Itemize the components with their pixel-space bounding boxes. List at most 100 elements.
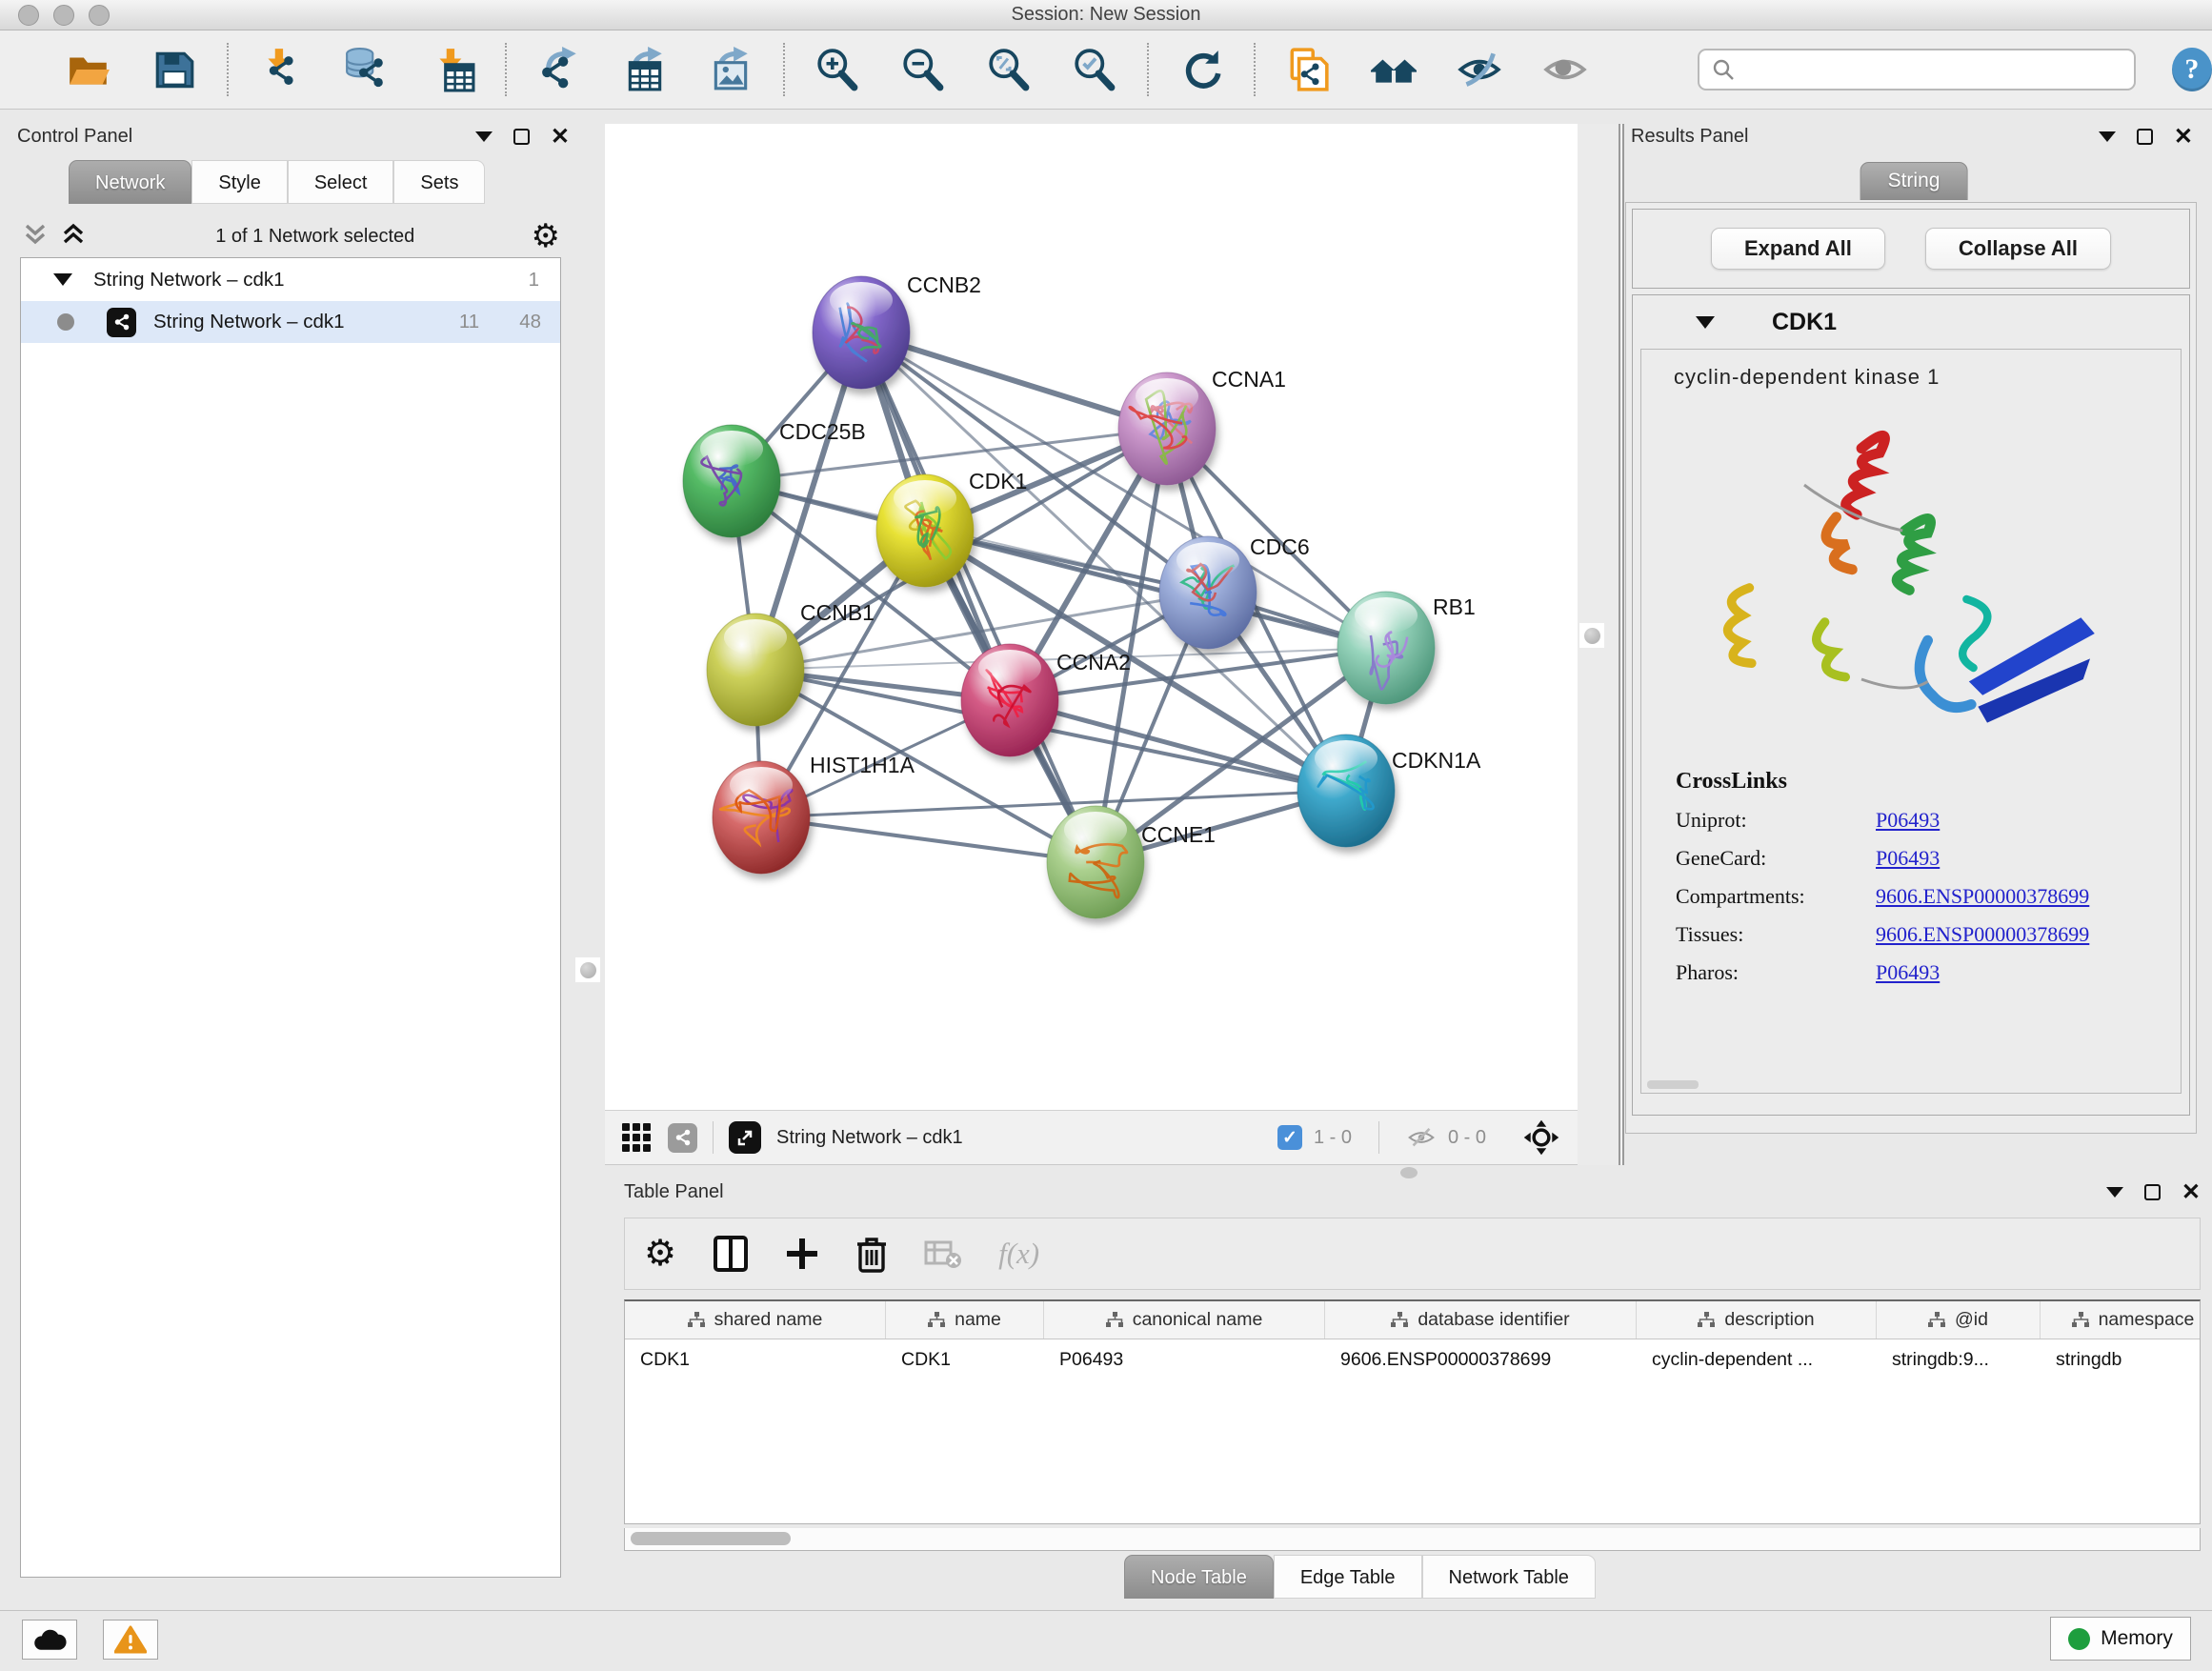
table-cell: stringdb:9... xyxy=(1877,1339,2041,1379)
grid-view-icon[interactable] xyxy=(622,1123,651,1152)
expand-all-icon[interactable] xyxy=(61,222,86,251)
zoom-fit-icon[interactable] xyxy=(985,46,1033,93)
save-session-icon[interactable] xyxy=(151,46,198,93)
column-header-canonical-name[interactable]: canonical name xyxy=(1044,1301,1325,1339)
node-CCNA2[interactable] xyxy=(961,644,1058,756)
panel-float-icon[interactable] xyxy=(2137,129,2153,145)
section-collapse-icon[interactable] xyxy=(1696,316,1715,329)
documents-share-icon[interactable] xyxy=(1284,46,1332,93)
column-header-database-identifier[interactable]: database identifier xyxy=(1325,1301,1637,1339)
import-database-icon[interactable] xyxy=(343,46,391,93)
node-HIST1H1A[interactable] xyxy=(713,761,810,874)
node-RB1[interactable] xyxy=(1337,592,1435,704)
collapse-all-button[interactable]: Collapse All xyxy=(1925,228,2111,270)
column-header-namespace[interactable]: namespace xyxy=(2041,1301,2201,1339)
node-CCNA1[interactable] xyxy=(1118,372,1216,485)
edge-CCNB2-CCNE1[interactable] xyxy=(861,332,1096,862)
panel-close-icon[interactable]: ✕ xyxy=(2174,129,2193,145)
results-panel-title: Results Panel xyxy=(1631,126,1748,148)
export-network-icon[interactable] xyxy=(535,46,583,93)
collapse-all-icon[interactable] xyxy=(23,222,48,251)
export-image-icon[interactable] xyxy=(707,46,754,93)
crosslink-link[interactable]: P06493 xyxy=(1876,960,1940,985)
show-columns-icon[interactable] xyxy=(713,1235,749,1273)
zoom-out-icon[interactable] xyxy=(899,46,947,93)
function-builder-icon-disabled: f(x) xyxy=(998,1237,1039,1271)
tree-expand-icon[interactable] xyxy=(53,273,72,286)
selected-checkbox-icon[interactable]: ✓ xyxy=(1277,1125,1302,1150)
delete-column-trash-icon[interactable] xyxy=(855,1235,888,1273)
birdseye-crosshair-icon[interactable] xyxy=(1522,1118,1560,1157)
panel-float-icon[interactable] xyxy=(2144,1184,2161,1200)
node-CCNE1[interactable] xyxy=(1047,806,1144,918)
export-table-icon[interactable] xyxy=(621,46,669,93)
column-header-description[interactable]: description xyxy=(1637,1301,1877,1339)
warnings-button[interactable] xyxy=(103,1620,158,1660)
table-options-gear-icon[interactable]: ⚙ xyxy=(644,1238,676,1270)
help-button[interactable]: ? xyxy=(2172,48,2212,91)
panel-close-icon[interactable]: ✕ xyxy=(551,129,570,145)
tab-sets[interactable]: Sets xyxy=(393,160,485,204)
tab-style[interactable]: Style xyxy=(191,160,287,204)
panel-minimize-icon[interactable] xyxy=(2099,131,2116,142)
edge-HIST1H1A-CCNE1[interactable] xyxy=(761,817,1096,862)
crosslink-link[interactable]: P06493 xyxy=(1876,808,1940,833)
horizontal-splitter[interactable] xyxy=(605,1165,2212,1179)
left-splitter[interactable] xyxy=(572,110,605,1610)
search-input[interactable] xyxy=(1743,59,2134,81)
scrollbar-thumb[interactable] xyxy=(631,1532,791,1545)
zoom-selected-icon[interactable] xyxy=(1071,46,1118,93)
open-session-icon[interactable] xyxy=(65,46,112,93)
network-canvas[interactable]: CCNB2 CCNA1 CDC25B CDK1 CDC6 RB1 CCNB1 C… xyxy=(605,124,1578,1110)
tab-edge-table[interactable]: Edge Table xyxy=(1274,1555,1422,1599)
hide-eye-icon[interactable] xyxy=(1456,46,1503,93)
tab-network-table[interactable]: Network Table xyxy=(1422,1555,1596,1599)
refresh-view-icon[interactable] xyxy=(1177,46,1225,93)
node-CDC6[interactable] xyxy=(1159,536,1257,649)
network-tree-parent-row[interactable]: String Network – cdk1 1 xyxy=(21,258,560,301)
results-scrollbar-thumb[interactable] xyxy=(1647,1080,1699,1089)
table-row[interactable]: CDK1CDK1P064939606.ENSP00000378699cyclin… xyxy=(625,1339,2200,1379)
table-horizontal-scrollbar[interactable] xyxy=(624,1528,2201,1551)
cloud-status-button[interactable] xyxy=(22,1620,77,1660)
network-tree-row-selected[interactable]: String Network – cdk1 11 48 xyxy=(21,301,560,343)
tab-select[interactable]: Select xyxy=(288,160,394,204)
panel-float-icon[interactable] xyxy=(513,129,530,145)
crosslink-link[interactable]: 9606.ENSP00000378699 xyxy=(1876,884,2089,909)
column-header-shared-name[interactable]: shared name xyxy=(625,1301,886,1339)
table-cell: P06493 xyxy=(1044,1339,1325,1379)
zoom-in-icon[interactable] xyxy=(814,46,861,93)
crosslink-link[interactable]: 9606.ENSP00000378699 xyxy=(1876,922,2089,947)
add-column-icon[interactable] xyxy=(785,1237,819,1271)
node-CCNB1[interactable] xyxy=(707,614,804,726)
detach-view-icon[interactable] xyxy=(729,1121,761,1154)
memory-button[interactable]: Memory xyxy=(2050,1617,2191,1661)
tab-network[interactable]: Network xyxy=(69,160,191,204)
node-label-CDC6: CDC6 xyxy=(1250,534,1310,559)
node-CDKN1A[interactable] xyxy=(1297,735,1395,847)
tab-string[interactable]: String xyxy=(1860,162,1968,200)
left-splitter-handle[interactable] xyxy=(575,957,600,982)
network-options-gear-icon[interactable]: ⚙ xyxy=(532,220,560,252)
horizontal-splitter-handle[interactable] xyxy=(1400,1167,1418,1178)
column-header--id[interactable]: @id xyxy=(1877,1301,2041,1339)
import-table-icon[interactable] xyxy=(429,46,476,93)
show-eye-icon[interactable] xyxy=(1541,46,1589,93)
search-box[interactable] xyxy=(1698,49,2136,91)
network-badge-icon[interactable] xyxy=(668,1123,697,1153)
node-CCNB2[interactable] xyxy=(813,276,910,389)
column-header-name[interactable]: name xyxy=(886,1301,1044,1339)
tab-node-table[interactable]: Node Table xyxy=(1124,1555,1274,1599)
right-splitter[interactable] xyxy=(1578,124,1619,1179)
homes-icon[interactable] xyxy=(1370,46,1418,93)
node-CDC25B[interactable] xyxy=(683,425,780,537)
panel-minimize-icon[interactable] xyxy=(2106,1187,2123,1198)
expand-all-button[interactable]: Expand All xyxy=(1711,228,1885,270)
search-icon xyxy=(1711,57,1736,82)
panel-minimize-icon[interactable] xyxy=(475,131,493,142)
node-CDK1[interactable] xyxy=(876,474,974,587)
panel-close-icon[interactable]: ✕ xyxy=(2182,1184,2201,1200)
right-splitter-handle[interactable] xyxy=(1579,623,1604,648)
import-network-icon[interactable] xyxy=(257,46,305,93)
crosslink-link[interactable]: P06493 xyxy=(1876,846,1940,871)
